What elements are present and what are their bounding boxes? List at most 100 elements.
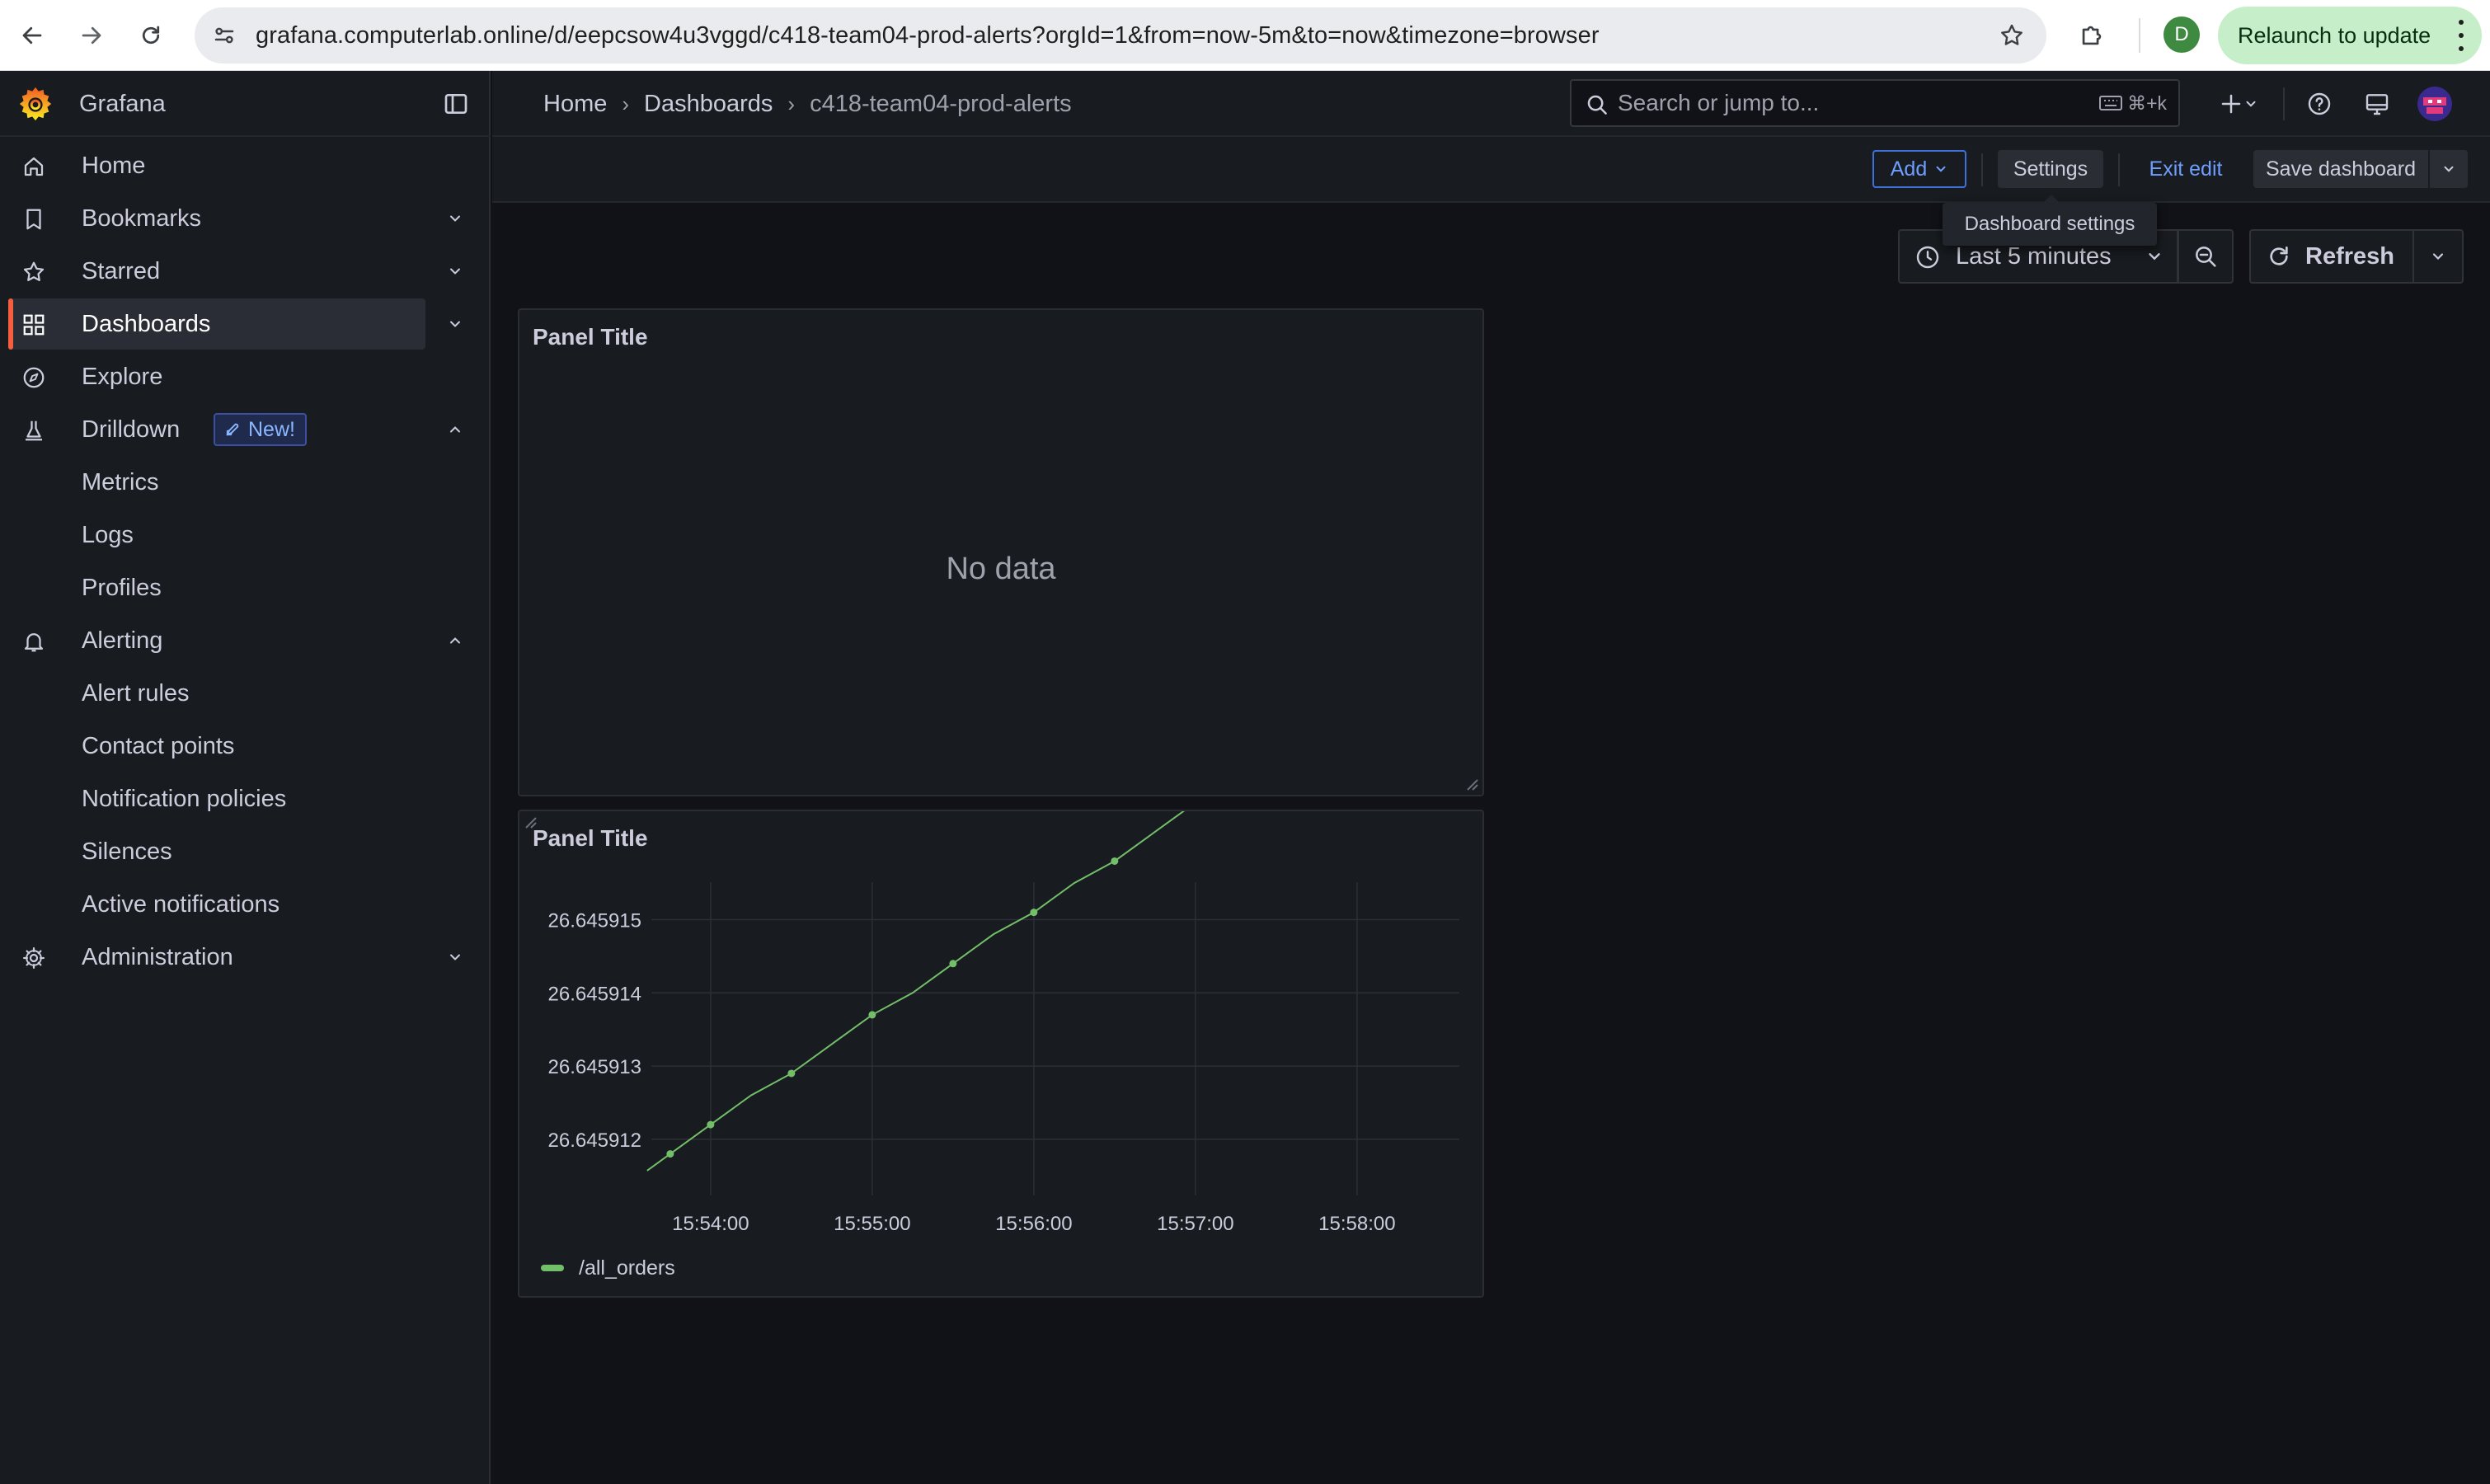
new-badge-label: New! [248,418,295,441]
sidebar-item-drilldown[interactable]: Drilldown New! [0,404,491,455]
chevron-up-icon[interactable] [445,420,465,439]
data-point [707,1120,715,1129]
new-badge: New! [214,413,307,446]
sidebar-item-label: Profiles [82,575,162,601]
sidebar-item-contact-points[interactable]: Contact points [0,721,491,772]
chevron-down-icon [1936,166,1946,172]
save-options-button[interactable] [2430,150,2468,188]
brand-header: Grafana [0,71,491,137]
chevron-down-icon[interactable] [445,209,465,228]
resize-handle-icon[interactable] [519,811,538,829]
chevron-up-icon[interactable] [445,632,465,650]
add-button[interactable]: Add [1872,150,1966,188]
sidebar-item-bookmarks[interactable]: Bookmarks [0,193,491,244]
data-point [868,1011,876,1019]
keyboard-shortcut: ⌘+k [2099,81,2167,125]
bookmark-icon [20,205,48,233]
breadcrumb-dashboards[interactable]: Dashboards [644,91,773,118]
resize-handle-icon[interactable] [1461,773,1479,791]
kiosk-button[interactable] [2361,87,2394,120]
bookmark-star-icon[interactable] [1995,19,2028,52]
chevron-right-icon: › [622,91,630,116]
settings-button[interactable]: Settings [1998,150,2103,188]
gear-icon [20,944,48,972]
back-button[interactable] [12,15,53,56]
plus-icon [2221,94,2241,114]
sidebar-item-logs[interactable]: Logs [0,510,491,561]
chevron-down-icon[interactable] [445,315,465,333]
sidebar-item-notification-policies[interactable]: Notification policies [0,773,491,824]
sidebar-item-metrics[interactable]: Metrics [0,457,491,508]
chevron-down-icon[interactable] [445,948,465,966]
zoom-out-button[interactable] [2178,229,2234,284]
browser-toolbar: grafana.computerlab.online/d/eepcsow4u3v… [0,0,2490,71]
keyboard-icon [2099,96,2123,110]
profile-avatar[interactable]: D [2163,16,2200,53]
forward-button[interactable] [71,15,112,56]
sidebar-item-administration[interactable]: Administration [0,932,491,983]
data-point [949,960,957,968]
avatar-icon [2417,87,2452,121]
sidebar-item-active-notifications[interactable]: Active notifications [0,879,491,930]
sidebar-item-home[interactable]: Home [0,140,491,191]
breadcrumb-home[interactable]: Home [543,91,607,118]
x-tick-label: 15:57:00 [1157,1213,1233,1235]
star-icon [20,258,48,286]
refresh-label: Refresh [2305,242,2394,270]
timeseries-panel[interactable]: Panel Title 26.645912 26.645913 26.645914 2… [518,810,1484,1298]
chevron-down-icon [2149,253,2160,261]
relaunch-button[interactable]: Relaunch to update [2218,7,2482,64]
no-data-message: No data [946,551,1056,586]
legend-label[interactable]: /all_orders [579,1256,675,1280]
sidebar-item-label: Explore [82,364,163,390]
reload-button[interactable] [130,15,171,56]
rocket-icon [226,423,239,436]
data-point [1030,909,1038,917]
sidebar-item-label: Dashboards [82,311,211,337]
address-bar[interactable]: grafana.computerlab.online/d/eepcsow4u3v… [195,7,2046,63]
sidebar-item-starred[interactable]: Starred [0,246,491,297]
grafana-logo-icon[interactable] [16,84,54,125]
help-icon [2308,92,2331,115]
refresh-icon [2270,247,2288,265]
sidebar-item-label: Notification policies [82,786,287,812]
active-indicator [8,298,13,350]
sidebar-item-label: Home [82,153,146,179]
refresh-button[interactable]: Refresh [2249,229,2414,284]
sidebar-item-profiles[interactable]: Profiles [0,562,491,613]
series-line [646,811,1186,1172]
chevron-down-icon [2444,166,2454,172]
site-info-icon[interactable] [208,19,241,52]
sidebar-item-explore[interactable]: Explore [0,351,491,402]
top-bar: Home › Dashboards › c418-team04-prod-ale… [492,71,2490,137]
extensions-button[interactable] [2071,15,2112,56]
x-tick-label: 15:58:00 [1318,1213,1395,1235]
sidebar-item-silences[interactable]: Silences [0,826,491,877]
sidebar-item-label: Alert rules [82,680,190,707]
dashboard-panel[interactable]: Panel Title No data [518,308,1484,796]
search-input[interactable]: Search or jump to... ⌘+k [1570,79,2180,127]
new-menu-button[interactable] [2212,87,2265,120]
y-tick-label: 26.645913 [548,1056,641,1078]
refresh-interval-button[interactable] [2412,229,2464,284]
user-avatar[interactable] [2417,87,2453,121]
sidebar-item-label: Active notifications [82,891,280,918]
exit-edit-button[interactable]: Exit edit [2136,150,2235,188]
monitor-icon [2366,94,2389,115]
sidebar-item-alerting[interactable]: Alerting [0,615,491,666]
breadcrumb: Home › Dashboards › c418-team04-prod-ale… [543,71,1072,137]
relaunch-label: Relaunch to update [2238,22,2431,48]
sidebar-item-label: Silences [82,838,172,865]
x-tick-label: 15:55:00 [834,1213,910,1235]
sidebar-item-alert-rules[interactable]: Alert rules [0,668,491,719]
sidebar-item-dashboards[interactable]: Dashboards [0,298,491,350]
data-point [787,1069,796,1078]
help-button[interactable] [2303,87,2336,120]
settings-tooltip: Dashboard settings [1943,195,2157,246]
save-dashboard-button[interactable]: Save dashboard [2253,150,2428,188]
url-text[interactable]: grafana.computerlab.online/d/eepcsow4u3v… [256,7,1600,63]
chevron-down-icon[interactable] [445,262,465,280]
sidebar-item-label: Metrics [82,469,159,495]
search-placeholder: Search or jump to... [1618,90,1820,115]
dock-menu-icon[interactable] [442,91,470,117]
